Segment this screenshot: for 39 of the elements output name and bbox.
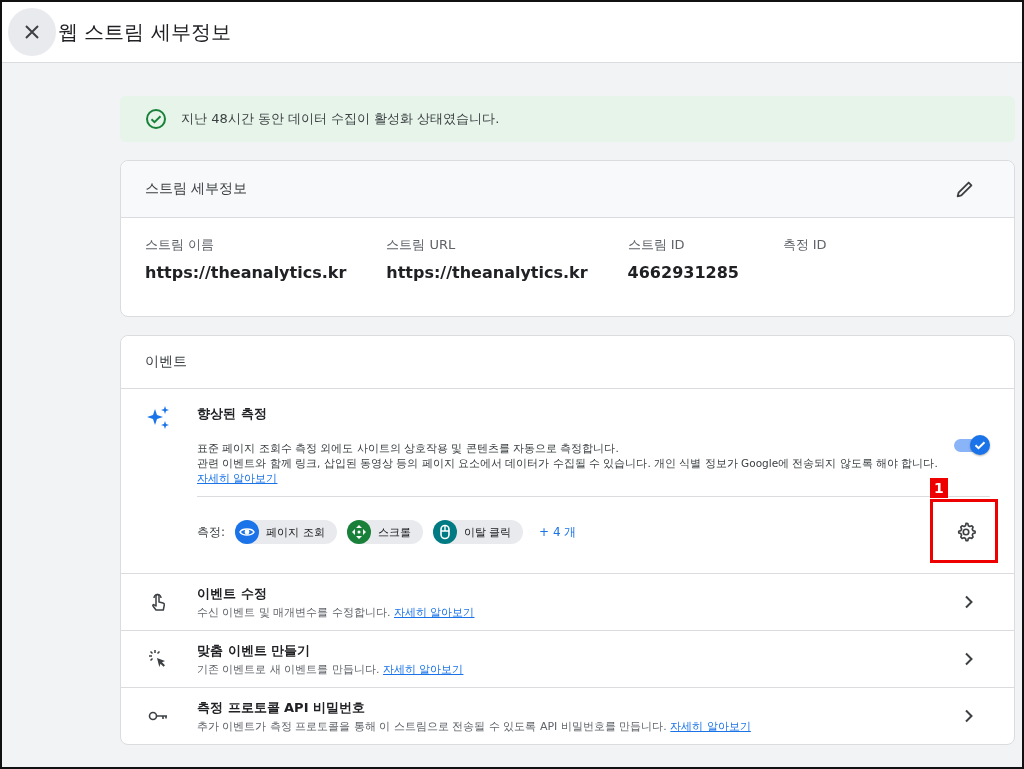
row-title: 이벤트 수정 (197, 584, 268, 603)
learn-more-link[interactable]: 자세히 알아보기 (197, 471, 278, 486)
row-title: 맞춤 이벤트 만들기 (197, 641, 312, 660)
annotation-number: 1 (930, 478, 948, 498)
measurement-chip: 이탈 클릭 (432, 520, 524, 544)
measurement-chip: 페이지 조회 (235, 520, 337, 544)
section-title: 향상된 측정 (197, 405, 268, 423)
close-button[interactable] (8, 8, 56, 56)
event-settings-row[interactable]: 맞춤 이벤트 만들기 기존 이벤트로 새 이벤트를 만듭니다. 자세히 알아보기 (121, 631, 1014, 688)
field-value: 4662931285 (627, 262, 740, 284)
measurement-chip: 스크롤 (346, 520, 423, 544)
learn-more-link[interactable]: 자세히 알아보기 (383, 662, 464, 676)
banner-text: 지난 48시간 동안 데이터 수집이 활성화 상태였습니다. (181, 110, 500, 128)
row-description: 기존 이벤트로 새 이벤트를 만듭니다. 자세히 알아보기 (197, 661, 465, 677)
row-description: 추가 이벤트가 측정 프로토콜을 통해 이 스트림으로 전송될 수 있도록 API 비밀번호를 만듭니다. 자세히 알아보기 (197, 718, 752, 734)
row-title: 측정 프로토콜 API 비밀번호 (197, 698, 366, 717)
learn-more-link[interactable]: 자세히 알아보기 (394, 605, 475, 619)
settings-icon[interactable] (955, 521, 977, 543)
learn-more-link[interactable]: 자세히 알아보기 (670, 719, 751, 733)
toggle-switch[interactable] (954, 433, 990, 457)
more-link[interactable]: + 4 개 (539, 523, 577, 541)
close-icon (24, 24, 40, 40)
page-title: 웹 스트림 세부정보 (58, 18, 231, 46)
field-label: 스트림 URL (386, 236, 457, 254)
field-label: 측정 ID (782, 236, 828, 254)
annotation-box (930, 499, 998, 563)
measure-label: 측정: (197, 523, 226, 541)
card-title: 이벤트 (145, 353, 187, 371)
description-text: 표준 페이지 조회수 측정 외에도 사이트의 상호작용 및 콘텐츠를 자동으로 측정합니다. (197, 441, 620, 456)
row-description: 수신 이벤트 및 매개변수를 수정합니다. 자세히 알아보기 (197, 604, 476, 620)
field-value: https://theanalytics.kr (386, 262, 588, 284)
field-label: 스트림 ID (627, 236, 686, 254)
description-text: 관련 이벤트와 함께 링크, 삽입된 동영상 등의 페이지 요소에서 데이터가 수집될 수 있습니다. 개인 식별 정보가 Google에 전송되지 않도록 해야 합니다. (197, 456, 938, 471)
check-circle-icon (145, 108, 167, 130)
field-value: https://theanalytics.kr (145, 262, 347, 284)
event-settings-row[interactable]: 이벤트 수정 수신 이벤트 및 매개변수를 수정합니다. 자세히 알아보기 (121, 574, 1014, 631)
event-settings-row[interactable]: 측정 프로토콜 API 비밀번호 추가 이벤트가 측정 프로토콜을 통해 이 스트림으로 전송될 수 있도록 API 비밀번호를 만듭니다. 자세히 알아보기 (121, 688, 1014, 744)
field-label: 스트림 이름 (145, 236, 216, 254)
card-title: 스트림 세부정보 (145, 180, 248, 198)
